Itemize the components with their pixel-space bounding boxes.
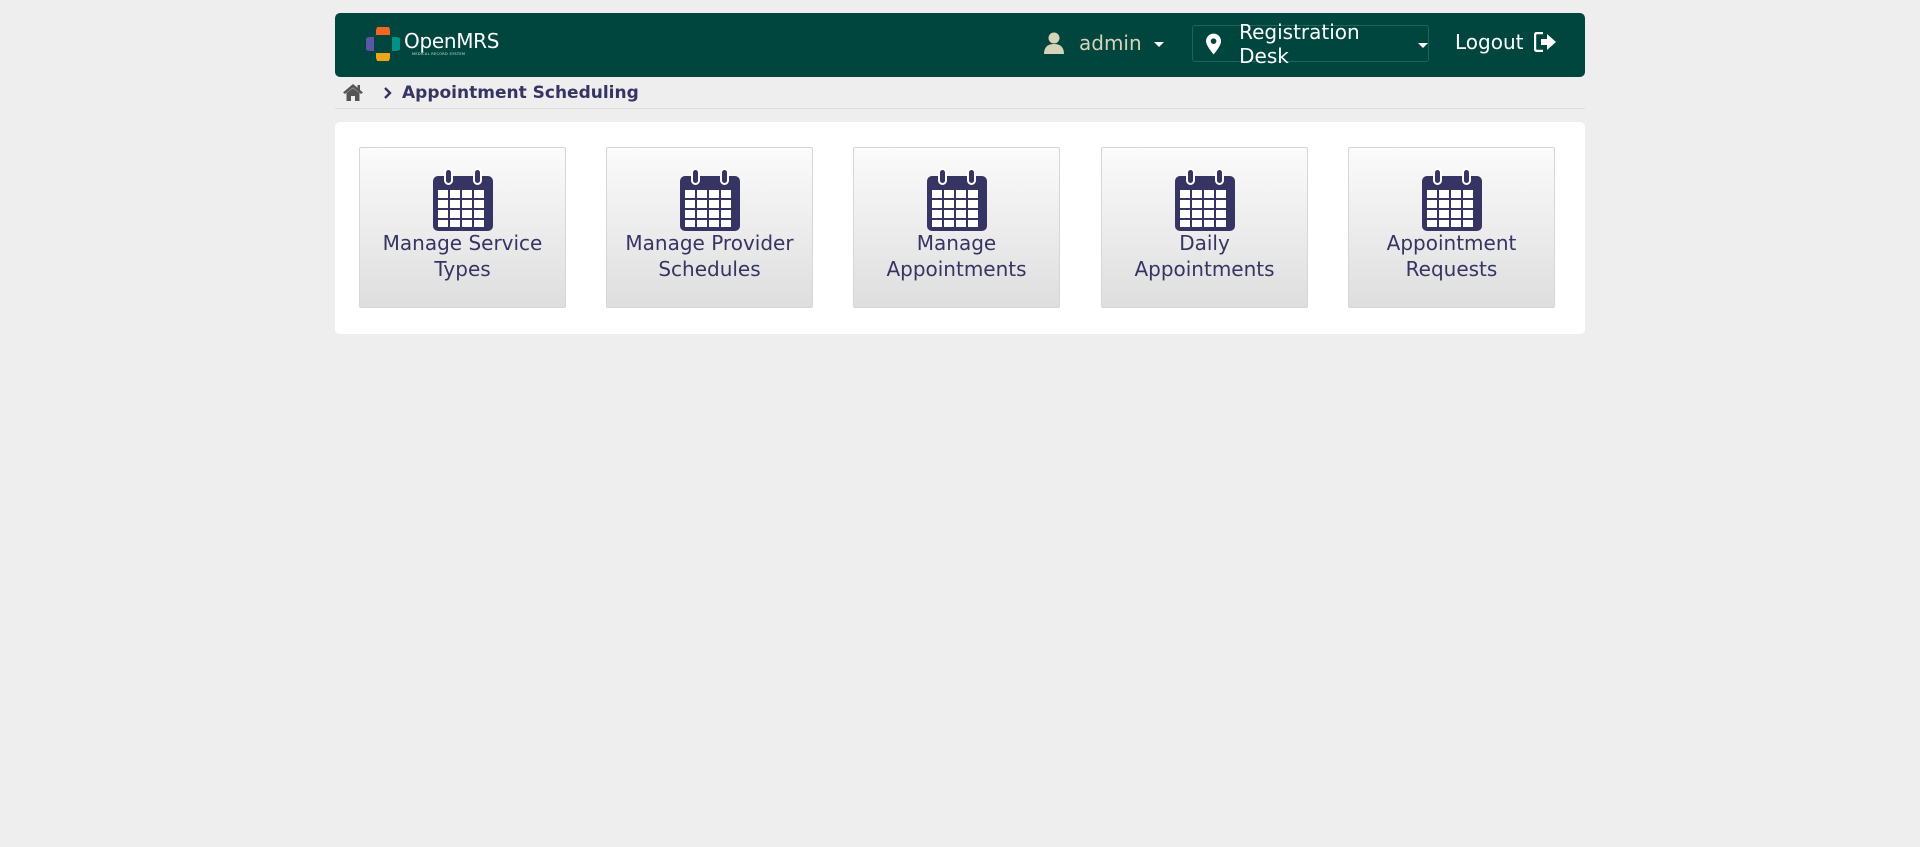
user-name: admin xyxy=(1079,31,1142,55)
location-name: Registration Desk xyxy=(1239,19,1360,68)
calendar-icon xyxy=(1173,168,1236,232)
calendar-icon xyxy=(925,168,988,232)
user-menu[interactable]: admin xyxy=(1044,31,1164,55)
map-marker-icon xyxy=(1206,33,1222,54)
user-icon xyxy=(1044,32,1064,54)
logout-label: Logout xyxy=(1455,30,1524,54)
app-label: Manage Provider Schedules xyxy=(625,231,794,281)
app-label: Manage Service Types xyxy=(382,231,543,281)
openmrs-logo-icon xyxy=(366,27,400,61)
chevron-down-icon xyxy=(1153,42,1164,47)
app-label: Manage Appointments xyxy=(886,231,1027,281)
location-menu[interactable]: Registration Desk xyxy=(1192,20,1429,68)
chevron-right-icon xyxy=(384,86,392,99)
app-header: OpenMRS MEDICAL RECORD SYSTEM admin Regi… xyxy=(335,13,1585,77)
logo-tagline: MEDICAL RECORD SYSTEM xyxy=(412,52,466,57)
app-manage-provider-schedules[interactable]: Manage Provider Schedules xyxy=(606,147,813,308)
app-label: Appointment Requests xyxy=(1386,231,1517,281)
logo-name: OpenMRS xyxy=(404,29,500,54)
home-icon[interactable] xyxy=(343,84,363,101)
logout-link[interactable]: Logout xyxy=(1455,30,1557,54)
calendar-icon xyxy=(431,168,494,232)
breadcrumb-current: Appointment Scheduling xyxy=(402,82,639,103)
app-daily-appointments[interactable]: Daily Appointments xyxy=(1101,147,1308,308)
sign-out-icon xyxy=(1534,32,1557,52)
app-appointment-requests[interactable]: Appointment Requests xyxy=(1348,147,1555,308)
breadcrumb: Appointment Scheduling xyxy=(335,77,1585,109)
chevron-down-icon xyxy=(1418,42,1428,48)
calendar-icon xyxy=(678,168,741,232)
app-manage-appointments[interactable]: Manage Appointments xyxy=(853,147,1060,308)
app-label: Daily Appointments xyxy=(1134,231,1275,281)
page-container: OpenMRS MEDICAL RECORD SYSTEM admin Regi… xyxy=(335,13,1585,334)
openmrs-logo[interactable]: OpenMRS MEDICAL RECORD SYSTEM xyxy=(366,27,499,61)
calendar-icon xyxy=(1420,168,1483,232)
app-manage-service-types[interactable]: Manage Service Types xyxy=(359,147,566,308)
apps-panel: Manage Service Types Manage Provider Sch… xyxy=(335,122,1585,334)
